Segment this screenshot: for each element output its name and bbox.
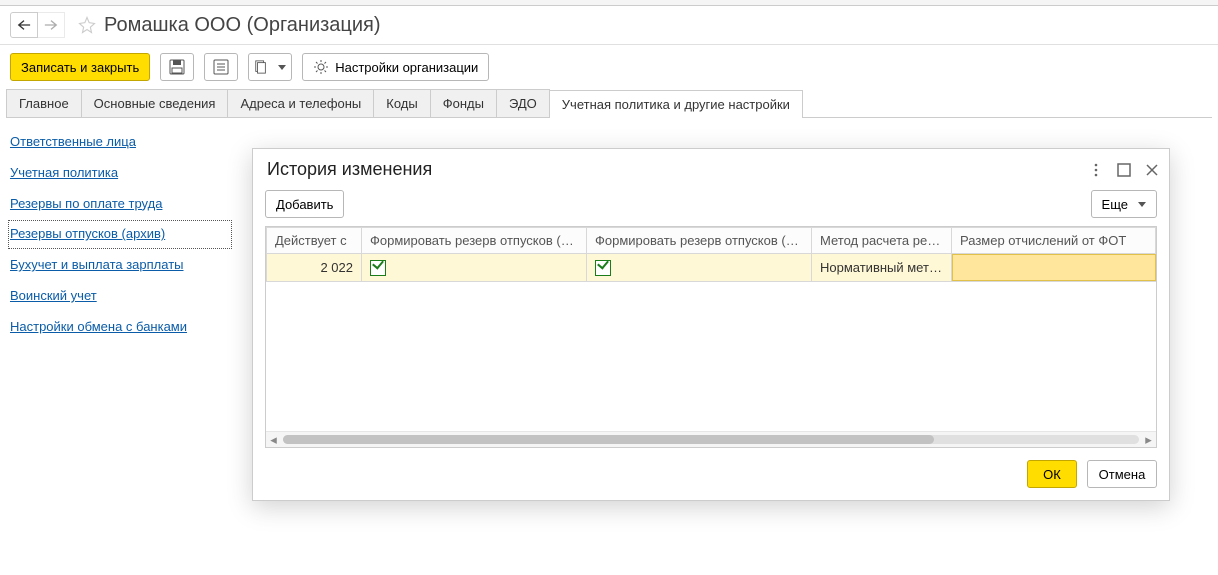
back-button[interactable] — [10, 12, 38, 38]
sidebar-item-bank-exchange[interactable]: Настройки обмена с банками — [10, 315, 230, 340]
tab-edo[interactable]: ЭДО — [496, 89, 550, 117]
sidebar-item-labor-reserves[interactable]: Резервы по оплате труда — [10, 192, 230, 217]
ok-button[interactable]: ОК — [1027, 460, 1077, 488]
cell-reserve-bu[interactable] — [362, 254, 587, 282]
tab-bar: Главное Основные сведения Адреса и телеф… — [6, 89, 1212, 118]
settings-sidebar: Ответственные лица Учетная политика Резе… — [10, 128, 230, 340]
more-button[interactable]: Еще — [1091, 190, 1157, 218]
tab-addresses-phones[interactable]: Адреса и телефоны — [227, 89, 374, 117]
save-button[interactable] — [160, 53, 194, 81]
org-settings-button[interactable]: Настройки организации — [302, 53, 489, 81]
history-dialog: История изменения Добавить Еще Действует… — [252, 148, 1170, 501]
tab-main[interactable]: Главное — [6, 89, 82, 117]
dialog-title: История изменения — [267, 159, 1089, 180]
col-reserve-bu[interactable]: Формировать резерв отпусков (БУ) — [362, 228, 587, 254]
col-reserve-nu[interactable]: Формировать резерв отпусков (НУ) — [587, 228, 812, 254]
col-size[interactable]: Размер отчислений от ФОТ — [952, 228, 1156, 254]
history-table[interactable]: Действует с Формировать резерв отпусков … — [266, 227, 1156, 282]
attach-dropdown-button[interactable] — [248, 53, 292, 81]
table-row[interactable]: 2 022 Нормативный мет… — [267, 254, 1156, 282]
cancel-button[interactable]: Отмена — [1087, 460, 1157, 488]
checkbox-checked-icon — [370, 260, 386, 276]
org-settings-label: Настройки организации — [335, 60, 478, 75]
list-button[interactable] — [204, 53, 238, 81]
tab-codes[interactable]: Коды — [373, 89, 430, 117]
sidebar-item-military[interactable]: Воинский учет — [10, 284, 230, 309]
favorite-star-icon[interactable] — [78, 16, 96, 34]
sidebar-item-vacation-reserves-archive[interactable]: Резервы отпусков (архив) — [10, 222, 230, 247]
cell-effective-from[interactable]: 2 022 — [267, 254, 362, 282]
tab-funds[interactable]: Фонды — [430, 89, 497, 117]
maximize-icon[interactable] — [1117, 163, 1131, 177]
checkbox-checked-icon — [595, 260, 611, 276]
cell-method[interactable]: Нормативный мет… — [812, 254, 952, 282]
more-menu-icon[interactable] — [1089, 163, 1103, 177]
more-button-label: Еще — [1102, 197, 1128, 212]
col-method[interactable]: Метод расчета ре… — [812, 228, 952, 254]
sidebar-item-responsible-persons[interactable]: Ответственные лица — [10, 130, 230, 155]
add-button[interactable]: Добавить — [265, 190, 344, 218]
sidebar-item-accounting-policy[interactable]: Учетная политика — [10, 161, 230, 186]
tab-basic-info[interactable]: Основные сведения — [81, 89, 229, 117]
save-and-close-button[interactable]: Записать и закрыть — [10, 53, 150, 81]
tab-accounting-policy[interactable]: Учетная политика и другие настройки — [549, 90, 803, 118]
page-title: Ромашка ООО (Организация) — [104, 14, 381, 37]
scroll-left-icon[interactable]: ◂ — [266, 432, 281, 447]
cell-reserve-nu[interactable] — [587, 254, 812, 282]
cell-size[interactable] — [952, 254, 1156, 282]
scroll-right-icon[interactable]: ▸ — [1141, 432, 1156, 447]
forward-button[interactable] — [37, 12, 65, 38]
horizontal-scrollbar[interactable]: ◂ ▸ — [266, 431, 1156, 447]
sidebar-item-payroll[interactable]: Бухучет и выплата зарплаты — [10, 253, 230, 278]
col-effective-from[interactable]: Действует с — [267, 228, 362, 254]
close-icon[interactable] — [1145, 163, 1159, 177]
